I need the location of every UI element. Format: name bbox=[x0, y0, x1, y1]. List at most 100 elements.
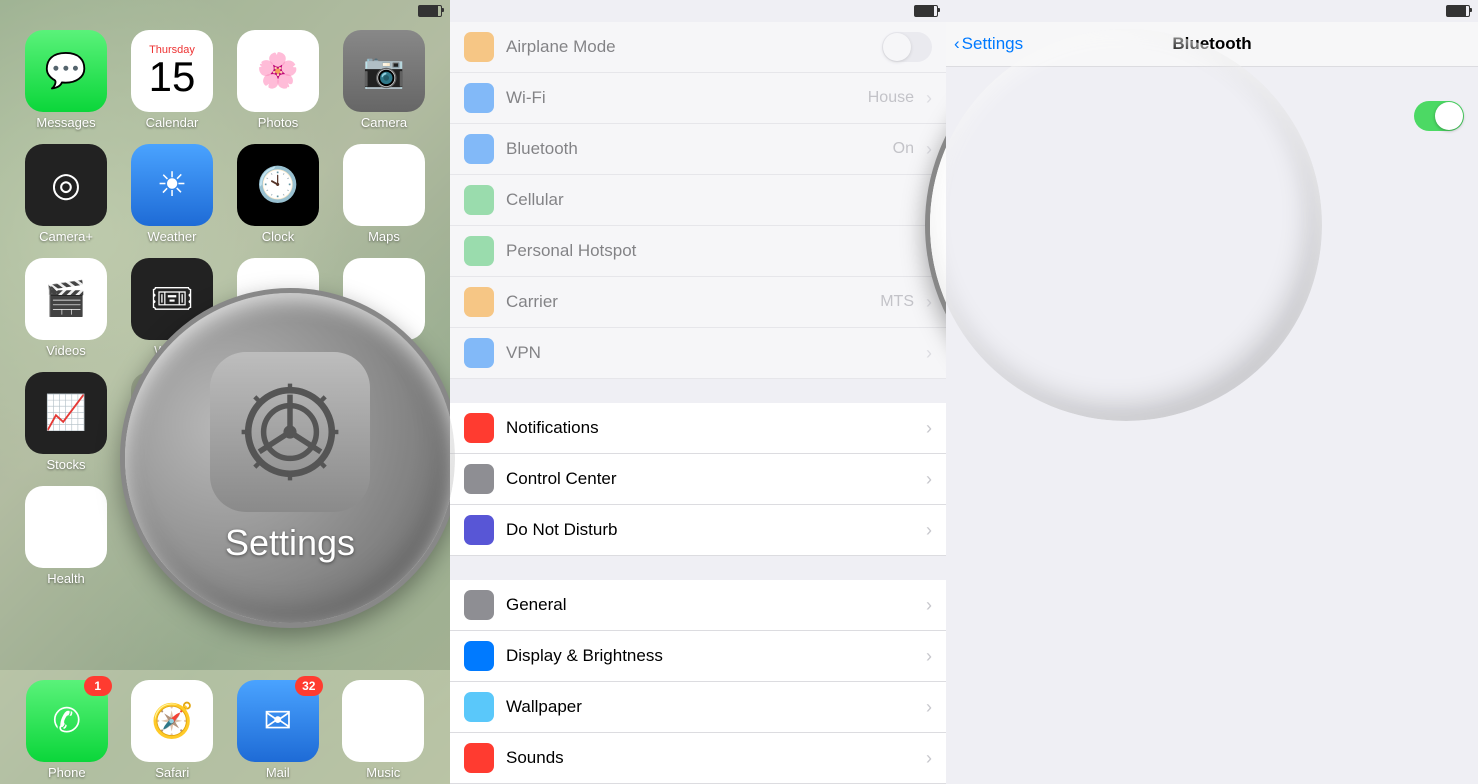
camera-icon: 📷 bbox=[343, 30, 425, 112]
chevron-right-icon: › bbox=[926, 595, 932, 616]
settings-row-do-not-disturb[interactable]: Do Not Disturb › bbox=[450, 505, 946, 556]
settings-row-display-&-brightness[interactable]: Display & Brightness › bbox=[450, 631, 946, 682]
row-icon bbox=[464, 134, 494, 164]
settings-row-wi-fi[interactable]: Wi-FiHouse› bbox=[450, 73, 946, 124]
row-label: Control Center bbox=[506, 469, 914, 489]
row-icon bbox=[464, 236, 494, 266]
row-icon bbox=[464, 641, 494, 671]
row-value: House bbox=[868, 89, 914, 107]
row-label: Notifications bbox=[506, 418, 914, 438]
back-label: Settings bbox=[962, 34, 1023, 54]
dock-app-music[interactable]: ♫ Music bbox=[342, 680, 424, 780]
settings-row-vpn[interactable]: VPN› bbox=[450, 328, 946, 379]
safari-icon: 🧭 bbox=[131, 680, 213, 762]
row-label: Airplane Mode bbox=[506, 37, 870, 57]
panel-bluetooth: 9:41 AM ‹ Settings Bluetooth Bluetooth w… bbox=[946, 0, 1478, 784]
maps-icon: 🗺 bbox=[343, 144, 425, 226]
row-label: Carrier bbox=[506, 292, 868, 312]
battery-icon bbox=[418, 5, 442, 17]
app-label: Calendar bbox=[146, 115, 199, 130]
panel-home: 9:41 AM 💬MessagesThursday15Calendar🌸Phot… bbox=[0, 0, 450, 784]
app-messages[interactable]: 💬Messages bbox=[18, 30, 114, 130]
videos-icon: 🎬 bbox=[25, 258, 107, 340]
app-calendar[interactable]: Thursday15 Calendar bbox=[124, 30, 220, 130]
app-health[interactable]: ♥Health bbox=[18, 486, 114, 586]
row-label: Display & Brightness bbox=[506, 646, 914, 666]
chevron-right-icon: › bbox=[926, 748, 932, 769]
row-label: Wi-Fi bbox=[506, 88, 856, 108]
row-value: On bbox=[893, 140, 914, 158]
dock-app-safari[interactable]: 🧭 Safari bbox=[131, 680, 213, 780]
row-value: MTS bbox=[880, 293, 914, 311]
bluetooth-toggle[interactable] bbox=[1414, 101, 1464, 131]
row-icon bbox=[464, 590, 494, 620]
app-videos[interactable]: 🎬 Videos bbox=[18, 258, 114, 358]
music-icon: ♫ bbox=[342, 680, 424, 762]
app-label: Weather bbox=[148, 229, 197, 244]
app-maps[interactable]: 🗺 Maps bbox=[336, 144, 432, 244]
badge: 32 bbox=[295, 676, 323, 696]
settings-row-control-center[interactable]: Control Center› bbox=[450, 454, 946, 505]
app-clock[interactable]: 🕙 Clock bbox=[230, 144, 326, 244]
dock-app-mail[interactable]: ✉32Mail bbox=[237, 680, 319, 780]
battery-icon bbox=[914, 5, 938, 17]
app-label: Photos bbox=[258, 115, 298, 130]
page-title: Bluetooth bbox=[1172, 34, 1251, 54]
row-icon bbox=[464, 32, 494, 62]
settings-row-sounds[interactable]: Sounds › bbox=[450, 733, 946, 784]
health-icon: ♥ bbox=[25, 486, 107, 568]
chevron-right-icon: › bbox=[926, 520, 932, 541]
app-stocks[interactable]: 📈Stocks bbox=[18, 372, 114, 472]
settings-row-personal-hotspot[interactable]: Personal Hotspot› bbox=[450, 226, 946, 277]
app-weather[interactable]: ☀ Weather bbox=[124, 144, 220, 244]
settings-row-general[interactable]: General› bbox=[450, 580, 946, 631]
dock-app-phone[interactable]: ✆1Phone bbox=[26, 680, 108, 780]
calendar-icon: Thursday15 bbox=[131, 30, 213, 112]
row-icon bbox=[464, 185, 494, 215]
row-icon bbox=[464, 515, 494, 545]
row-icon bbox=[464, 464, 494, 494]
settings-row-cellular[interactable]: Cellular› bbox=[450, 175, 946, 226]
camera+-icon: ◎ bbox=[25, 144, 107, 226]
app-label: Stocks bbox=[46, 457, 85, 472]
nav-bar: ‹ Settings Bluetooth bbox=[946, 22, 1478, 67]
row-label: Bluetooth bbox=[506, 139, 881, 159]
settings-list: Airplane Mode Wi-Fi House › Bluetooth On › Cell… bbox=[450, 22, 946, 784]
messages-icon: 💬 bbox=[25, 30, 107, 112]
chevron-left-icon: ‹ bbox=[954, 34, 960, 54]
dock: ✆1Phone 🧭 Safari ✉32Mail ♫ Music bbox=[0, 670, 450, 784]
panel-settings: 9:41 AM Airplane ModeWi-FiHouse›Bluetoot… bbox=[450, 0, 946, 784]
app-label: Phone bbox=[48, 765, 86, 780]
app-label: Clock bbox=[262, 229, 295, 244]
settings-row-notifications[interactable]: Notifications› bbox=[450, 403, 946, 454]
app-label: Maps bbox=[368, 229, 400, 244]
app-photos[interactable]: 🌸Photos bbox=[230, 30, 326, 130]
settings-row-bluetooth[interactable]: BluetoothOn› bbox=[450, 124, 946, 175]
row-icon bbox=[464, 287, 494, 317]
row-label: VPN bbox=[506, 343, 914, 363]
settings-app-icon[interactable] bbox=[210, 352, 370, 512]
app-label: Camera+ bbox=[39, 229, 93, 244]
weather-icon: ☀ bbox=[131, 144, 213, 226]
app-label: Safari bbox=[155, 765, 189, 780]
settings-row-wallpaper[interactable]: Wallpaper› bbox=[450, 682, 946, 733]
row-icon bbox=[464, 413, 494, 443]
app-camera[interactable]: 📷Camera bbox=[336, 30, 432, 130]
app-camera+[interactable]: ◎ Camera+ bbox=[18, 144, 114, 244]
settings-app-label: Settings bbox=[225, 522, 355, 564]
settings-row-carrier[interactable]: CarrierMTS› bbox=[450, 277, 946, 328]
app-label: Videos bbox=[46, 343, 86, 358]
settings-row-airplane-mode[interactable]: Airplane Mode bbox=[450, 22, 946, 73]
row-label: Sounds bbox=[506, 748, 914, 768]
back-button[interactable]: ‹ Settings bbox=[954, 34, 1023, 54]
clock-icon: 🕙 bbox=[237, 144, 319, 226]
chevron-right-icon: › bbox=[926, 646, 932, 667]
toggle[interactable] bbox=[882, 32, 932, 62]
row-label: Do Not Disturb bbox=[506, 520, 914, 540]
row-label: Wallpaper bbox=[506, 697, 914, 717]
app-label: Music bbox=[366, 765, 400, 780]
badge: 1 bbox=[84, 676, 112, 696]
row-label: Personal Hotspot bbox=[506, 241, 914, 261]
app-label: Mail bbox=[266, 765, 290, 780]
row-icon bbox=[464, 692, 494, 722]
